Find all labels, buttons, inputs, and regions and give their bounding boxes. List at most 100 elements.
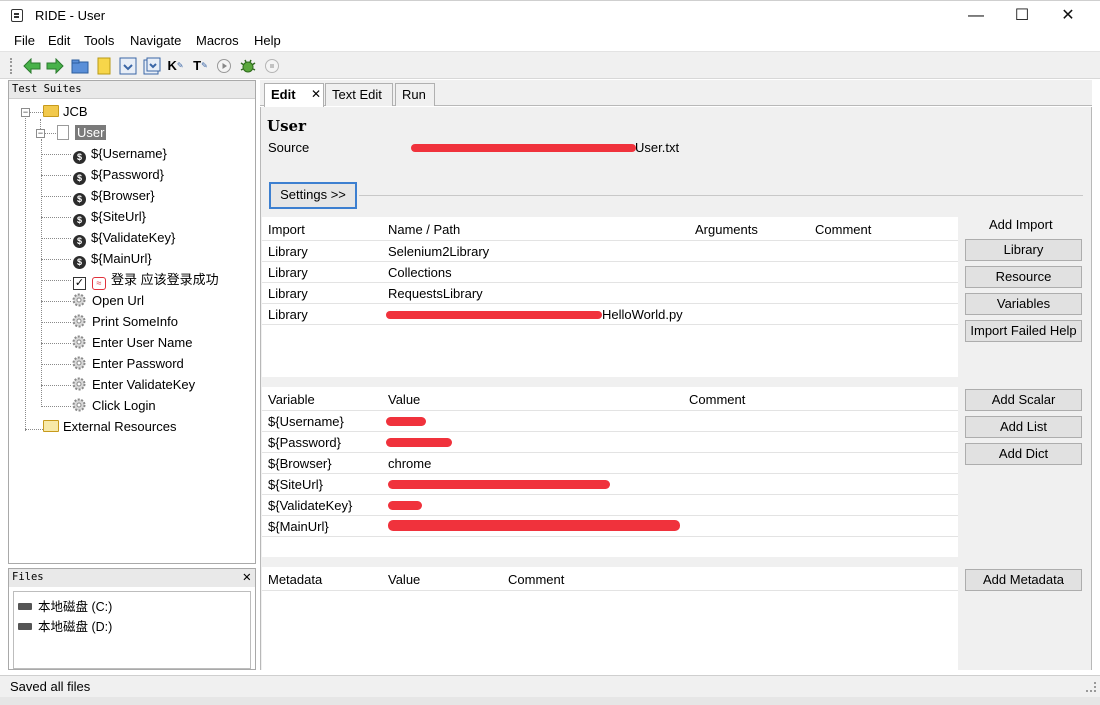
tree-line [25,429,43,430]
tree-keyword[interactable]: Enter User Name [71,333,192,353]
variable-name: ${MainUrl} [268,519,329,534]
tree-keyword[interactable]: Enter Password [71,354,184,374]
minimize-button[interactable]: — [953,1,999,31]
tree-variable[interactable]: $ ${SiteUrl} [73,207,146,227]
tree-variable[interactable]: $ ${ValidateKey} [73,228,175,248]
tree-external-resources[interactable]: External Resources [43,417,176,437]
table-row[interactable]: Library RequestsLibrary [262,283,958,304]
tree-test-case[interactable]: ✓ ≈ 登录 应该登录成功 [73,270,219,290]
resize-grip[interactable] [1086,682,1096,692]
variable-icon: $ [73,193,86,206]
tab-label: Text Edit [332,87,382,102]
tab-edit[interactable]: Edit ✕ [264,83,324,107]
collapse-toggle[interactable]: − [36,129,45,138]
table-row[interactable]: ${Browser} chrome [262,453,958,474]
table-row[interactable]: Library Selenium2Library [262,241,958,262]
forward-icon[interactable] [45,56,64,75]
test-search-icon[interactable]: T ✎ [191,56,210,75]
import-failed-help-button[interactable]: Import Failed Help [965,320,1082,342]
debug-icon[interactable] [238,56,257,75]
table-row[interactable]: ${Username} [262,411,958,432]
save-all-icon[interactable] [142,56,161,75]
gear-icon [72,377,86,391]
menu-help[interactable]: Help [254,33,281,48]
files-panel: Files ✕ 本地磁盘 (C:) 本地磁盘 (D:) [8,568,256,670]
add-resource-button[interactable]: Resource [965,266,1082,288]
menu-tools[interactable]: Tools [84,33,114,48]
add-variables-button[interactable]: Variables [965,293,1082,315]
menu-edit[interactable]: Edit [48,33,70,48]
close-icon[interactable]: ✕ [243,569,251,585]
toolbar-grip [8,56,14,75]
table-row[interactable]: ${ValidateKey} [262,495,958,516]
tree-item-label: ${MainUrl} [91,251,152,266]
add-metadata-button[interactable]: Add Metadata [965,569,1082,591]
variable-icon: $ [73,256,86,269]
variables-table: Variable Value Comment ${Username} ${Pas… [262,387,958,557]
drive-icon [18,623,32,630]
column-header: Comment [815,222,872,237]
tree-keyword[interactable]: Print SomeInfo [71,312,178,332]
table-row[interactable]: Library HelloWorld.py [262,304,958,325]
new-file-icon[interactable] [94,56,113,75]
import-name: HelloWorld.py [602,307,683,322]
drive-d[interactable]: 本地磁盘 (D:) [18,616,112,635]
tree-line [41,406,71,407]
files-title: Files [12,571,44,583]
tab-run[interactable]: Run [395,83,435,106]
tree-item-label: ${Browser} [91,188,155,203]
tree-variable[interactable]: $ ${MainUrl} [73,249,152,269]
imports-table: Import Name / Path Arguments Comment Lib… [262,217,958,377]
add-library-button[interactable]: Library [965,239,1082,261]
keyword-search-icon[interactable]: K ✎ [166,56,185,75]
checkbox-checked-icon[interactable]: ✓ [73,277,86,290]
tree-item-label: ${Username} [91,146,167,161]
tree-header: Test Suites [9,81,255,99]
variable-name: ${Username} [268,414,344,429]
table-row[interactable]: Library Collections [262,262,958,283]
drive-label: 本地磁盘 (D:) [38,620,113,634]
tree-keyword[interactable]: Enter ValidateKey [71,375,195,395]
close-button[interactable]: ✕ [1045,1,1091,31]
source-label: Source [268,140,310,155]
open-folder-icon[interactable] [70,56,89,75]
column-header: Value [388,392,421,407]
maximize-button[interactable]: ☐ [999,1,1045,31]
tab-text-edit[interactable]: Text Edit [325,83,393,106]
tree-variable[interactable]: $ ${Username} [73,144,167,164]
table-row[interactable]: ${SiteUrl} [262,474,958,495]
save-icon[interactable] [118,56,137,75]
menu-macros[interactable]: Macros [196,33,239,48]
tree-variable[interactable]: $ ${Password} [73,165,164,185]
folder-icon [43,105,59,117]
table-header: Import Name / Path Arguments Comment [262,217,958,241]
column-header: Variable [268,392,315,407]
tree-item-label: Click Login [92,398,156,413]
tree-item-user[interactable]: User [57,123,107,143]
tab-close-icon[interactable]: ✕ [311,87,321,101]
add-list-button[interactable]: Add List [965,416,1082,438]
tree-variable[interactable]: $ ${Browser} [73,186,155,206]
tree-item-jcb[interactable]: JCB [43,102,88,122]
tree-line [41,217,71,218]
menu-file[interactable]: File [14,33,35,48]
drive-icon [18,603,32,610]
drive-c[interactable]: 本地磁盘 (C:) [18,596,112,615]
settings-toggle-button[interactable]: Settings >> [269,182,357,209]
tree-keyword[interactable]: Click Login [71,396,156,416]
tab-label: Run [402,87,426,102]
gear-icon [72,293,86,307]
tree-item-label: Open Url [92,293,145,308]
table-row[interactable]: ${MainUrl} [262,516,958,537]
add-dict-button[interactable]: Add Dict [965,443,1082,465]
add-scalar-button[interactable]: Add Scalar [965,389,1082,411]
table-row[interactable]: ${Password} [262,432,958,453]
back-icon[interactable] [22,56,41,75]
tree-item-label: ${Password} [91,167,164,182]
stop-icon[interactable] [262,56,281,75]
collapse-toggle[interactable]: − [21,108,30,117]
menu-navigate[interactable]: Navigate [130,33,181,48]
tree-keyword[interactable]: Open Url [71,291,144,311]
run-icon[interactable] [214,56,233,75]
toolbar: K ✎ T ✎ [0,51,1100,79]
